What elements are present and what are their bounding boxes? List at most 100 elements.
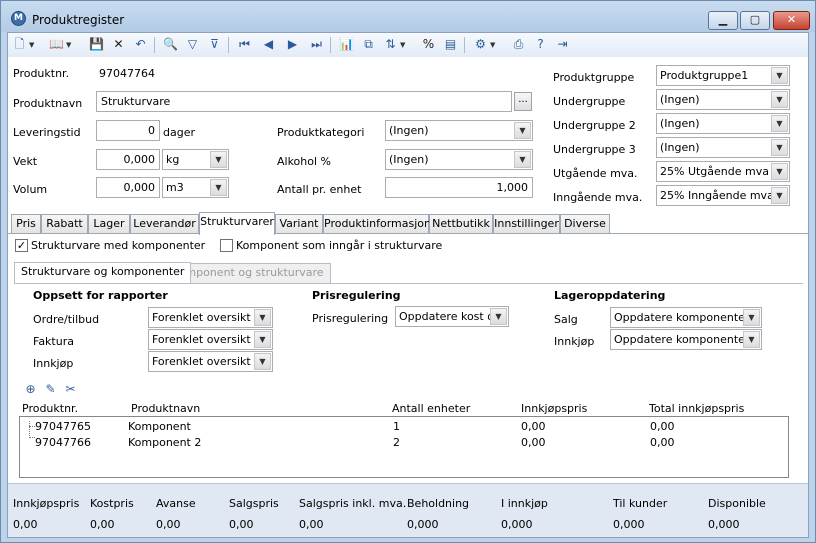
search-icon[interactable]: 🔍: [162, 36, 179, 53]
strukturvare-checkbox-label[interactable]: Strukturvare med komponenter: [31, 239, 205, 252]
komponent-checkbox[interactable]: [220, 239, 233, 252]
filter-icon[interactable]: ▽: [184, 36, 201, 53]
chevron-down-icon[interactable]: ▼: [771, 187, 788, 204]
undergruppe2-select[interactable]: (Ingen) ▼: [656, 113, 790, 134]
tab-pris[interactable]: Pris: [11, 214, 41, 234]
chevron-down-icon[interactable]: ▼: [771, 163, 788, 180]
tab-strukturvarer[interactable]: Strukturvarer: [199, 212, 275, 235]
chevron-down-icon[interactable]: ▼: [743, 331, 760, 348]
column-innkjopspris[interactable]: Innkjøpspris: [521, 402, 587, 415]
new-dropdown-icon[interactable]: ▼: [29, 37, 36, 54]
row-1-produktnr[interactable]: 97047765: [35, 420, 91, 433]
innkjop-select[interactable]: Forenklet oversikt ▼: [148, 351, 273, 372]
produktnavn-input[interactable]: Strukturvare: [96, 91, 512, 112]
clear-filter-icon[interactable]: ⊽: [206, 36, 223, 53]
tab-rabatt[interactable]: Rabatt: [41, 214, 88, 234]
tab-produktinformasjon[interactable]: Produktinformasjon: [323, 214, 431, 234]
vekt-input[interactable]: 0,000: [96, 149, 160, 170]
close-button[interactable]: ✕: [773, 11, 810, 30]
row-2-produktnavn[interactable]: Komponent 2: [128, 436, 201, 449]
subtab-strukturvare-og-komponenter[interactable]: Strukturvare og komponenter: [14, 262, 192, 283]
antall-input[interactable]: 1,000: [385, 177, 533, 198]
maximize-button[interactable]: ▢: [740, 11, 770, 30]
prisregulering-select[interactable]: Oppdatere kost og ▼: [395, 306, 509, 327]
chevron-down-icon[interactable]: ▼: [771, 67, 788, 84]
row-2-antall[interactable]: 2: [393, 436, 400, 449]
undergruppe3-select[interactable]: (Ingen) ▼: [656, 137, 790, 158]
row-1-produktnavn[interactable]: Komponent: [128, 420, 191, 433]
copy-icon[interactable]: ⧉: [360, 36, 377, 53]
row-2-innkjopspris[interactable]: 0,00: [521, 436, 546, 449]
sort-icon[interactable]: ⇅: [382, 36, 399, 53]
row-1-antall[interactable]: 1: [393, 420, 400, 433]
tab-leverandor[interactable]: Leverandør: [130, 214, 199, 234]
row-2-total[interactable]: 0,00: [650, 436, 675, 449]
chevron-down-icon[interactable]: ▼: [771, 91, 788, 108]
report-icon[interactable]: ▤: [442, 36, 459, 53]
chart-icon[interactable]: 📊: [338, 36, 355, 53]
tab-diverse[interactable]: Diverse: [560, 214, 610, 234]
row-1-innkjopspris[interactable]: 0,00: [521, 420, 546, 433]
utgaende-mva-select[interactable]: 25% Utgående mva ▼: [656, 161, 790, 182]
vekt-unit-select[interactable]: kg ▼: [162, 149, 229, 170]
chevron-down-icon[interactable]: ▼: [743, 309, 760, 326]
produktnavn-browse-button[interactable]: ...: [514, 92, 532, 111]
produktgruppe-select[interactable]: Produktgruppe1 ▼: [656, 65, 790, 86]
strukturvare-checkbox[interactable]: ✓: [15, 239, 28, 252]
minimize-button[interactable]: ▁: [708, 11, 738, 30]
column-produktnr[interactable]: Produktnr.: [22, 402, 78, 415]
help-icon[interactable]: ?: [532, 36, 549, 53]
open-dropdown-icon[interactable]: ▼: [66, 37, 73, 54]
produktkategori-select[interactable]: (Ingen) ▼: [385, 120, 533, 141]
column-produktnavn[interactable]: Produktnavn: [131, 402, 200, 415]
chevron-down-icon[interactable]: ▼: [210, 151, 227, 168]
save-icon[interactable]: 💾: [88, 36, 105, 53]
first-record-icon[interactable]: ⏮: [236, 36, 253, 53]
chevron-down-icon[interactable]: ▼: [771, 115, 788, 132]
chevron-down-icon[interactable]: ▼: [514, 151, 531, 168]
print-icon[interactable]: ⎙: [510, 36, 527, 53]
previous-record-icon[interactable]: ◀: [260, 36, 277, 53]
chevron-down-icon[interactable]: ▼: [514, 122, 531, 139]
komponent-checkbox-label[interactable]: Komponent som inngår i strukturvare: [236, 239, 442, 252]
tab-lager[interactable]: Lager: [88, 214, 130, 234]
chevron-down-icon[interactable]: ▼: [254, 331, 271, 348]
exit-icon[interactable]: ⇥: [554, 36, 571, 53]
undergruppe-select[interactable]: (Ingen) ▼: [656, 89, 790, 110]
chevron-down-icon[interactable]: ▼: [254, 353, 271, 370]
inngaende-mva-select[interactable]: 25% Inngående mva ▼: [656, 185, 790, 206]
tab-variant[interactable]: Variant: [275, 214, 323, 234]
chevron-down-icon[interactable]: ▼: [490, 308, 507, 325]
remove-component-icon[interactable]: ✂: [62, 381, 79, 398]
volum-unit-select[interactable]: m3 ▼: [162, 177, 229, 198]
sort-dropdown-icon[interactable]: ▼: [400, 37, 407, 54]
component-list[interactable]: 97047765 Komponent 1 0,00 0,00 97047766 …: [19, 416, 789, 478]
title-bar[interactable]: M Produktregister ▁ ▢ ✕: [1, 1, 815, 32]
chevron-down-icon[interactable]: ▼: [771, 139, 788, 156]
ordre-select[interactable]: Forenklet oversikt ▼: [148, 307, 273, 328]
last-record-icon[interactable]: ⏭: [308, 36, 325, 53]
undo-icon[interactable]: ↶: [132, 36, 149, 53]
lager-innkjop-select[interactable]: Oppdatere komponentene ▼: [610, 329, 762, 350]
settings-icon[interactable]: ⚙: [472, 36, 489, 53]
delete-icon[interactable]: ✕: [110, 36, 127, 53]
chevron-down-icon[interactable]: ▼: [254, 309, 271, 326]
volum-input[interactable]: 0,000: [96, 177, 160, 198]
lager-salg-select[interactable]: Oppdatere komponentene ▼: [610, 307, 762, 328]
tab-nettbutikk[interactable]: Nettbutikk: [429, 214, 493, 234]
row-2-produktnr[interactable]: 97047766: [35, 436, 91, 449]
edit-component-icon[interactable]: ✎: [42, 381, 59, 398]
add-component-icon[interactable]: ⊕: [22, 381, 39, 398]
open-book-icon[interactable]: 📖: [48, 36, 65, 53]
leveringstid-input[interactable]: 0: [96, 120, 160, 141]
alkohol-select[interactable]: (Ingen) ▼: [385, 149, 533, 170]
column-total-innkjopspris[interactable]: Total innkjøpspris: [649, 402, 744, 415]
new-document-icon[interactable]: 🗋: [11, 36, 28, 53]
percent-icon[interactable]: %: [420, 36, 437, 53]
settings-dropdown-icon[interactable]: ▼: [490, 37, 497, 54]
next-record-icon[interactable]: ▶: [284, 36, 301, 53]
faktura-select[interactable]: Forenklet oversikt ▼: [148, 329, 273, 350]
chevron-down-icon[interactable]: ▼: [210, 179, 227, 196]
tab-innstillinger[interactable]: Innstillinger: [493, 214, 560, 234]
column-antall-enheter[interactable]: Antall enheter: [392, 402, 470, 415]
